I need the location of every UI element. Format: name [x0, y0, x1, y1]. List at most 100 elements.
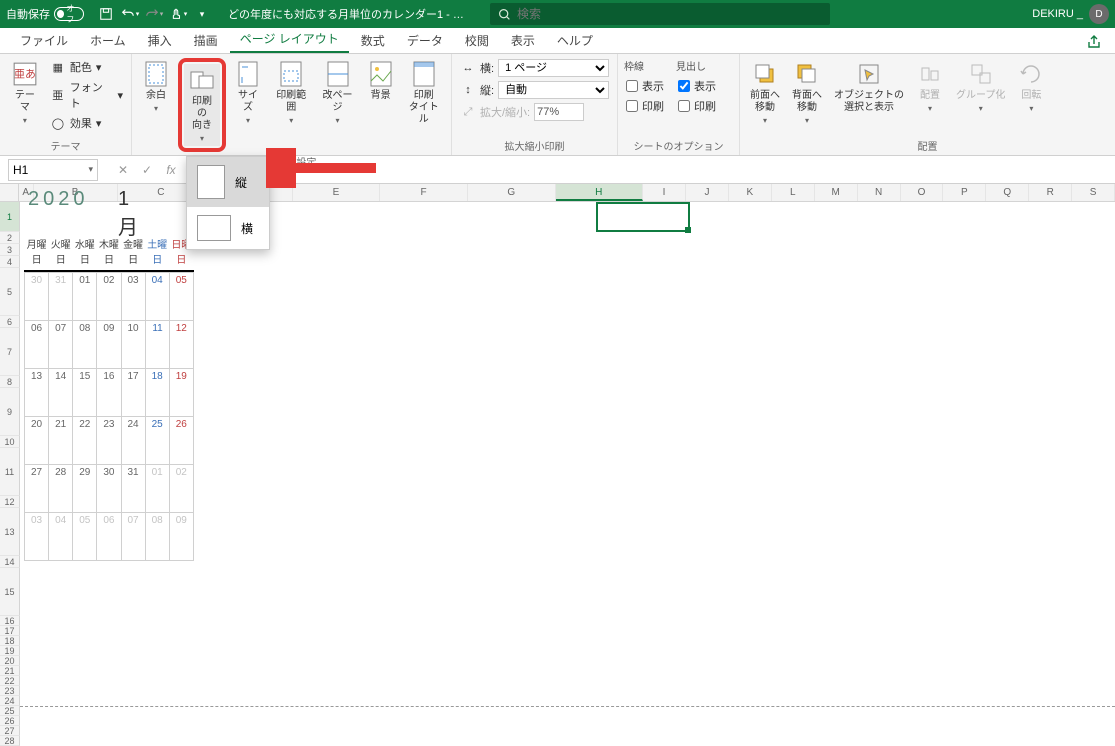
calendar-cell[interactable]: 18	[145, 369, 169, 417]
calendar-cell[interactable]: 20	[25, 417, 49, 465]
column-headers[interactable]: ABCDEFGHIJKLMNOPQRS	[0, 184, 1115, 202]
tab-formulas[interactable]: 数式	[351, 28, 395, 53]
calendar-cell[interactable]: 17	[121, 369, 145, 417]
colors-button[interactable]: ▦配色▾	[48, 58, 125, 76]
margins-button[interactable]: 余白▾	[138, 58, 174, 116]
row-header[interactable]: 27	[0, 726, 20, 736]
scale-percent-input[interactable]	[534, 103, 584, 121]
calendar-cell[interactable]: 07	[49, 321, 73, 369]
calendar-cell[interactable]: 29	[73, 465, 97, 513]
bring-forward-button[interactable]: 前面へ 移動▾	[746, 58, 784, 128]
calendar-cell[interactable]: 26	[169, 417, 193, 465]
row-header[interactable]: 24	[0, 696, 20, 706]
row-header[interactable]: 4	[0, 256, 20, 268]
selection-pane-button[interactable]: オブジェクトの 選択と表示	[830, 58, 908, 116]
row-header[interactable]: 16	[0, 616, 20, 626]
row-header[interactable]: 13	[0, 508, 20, 556]
row-header[interactable]: 19	[0, 646, 20, 656]
size-button[interactable]: サイズ▾	[230, 58, 266, 128]
row-header[interactable]: 6	[0, 316, 20, 328]
column-header[interactable]: J	[686, 184, 729, 201]
column-header[interactable]: K	[729, 184, 772, 201]
row-header[interactable]: 25	[0, 706, 20, 716]
search-input[interactable]	[517, 7, 822, 21]
calendar-cell[interactable]: 31	[121, 465, 145, 513]
row-headers[interactable]: 1234567891011121314151617181920212223242…	[0, 202, 20, 746]
calendar-cell[interactable]: 11	[145, 321, 169, 369]
orientation-landscape-option[interactable]: 横	[187, 207, 269, 249]
calendar-cell[interactable]: 05	[169, 273, 193, 321]
column-header[interactable]: L	[772, 184, 815, 201]
column-header[interactable]: P	[943, 184, 986, 201]
calendar-cell[interactable]: 13	[25, 369, 49, 417]
scale-height-select[interactable]: 自動	[498, 81, 609, 99]
calendar-cell[interactable]: 14	[49, 369, 73, 417]
calendar-cell[interactable]: 06	[25, 321, 49, 369]
name-box[interactable]: H1▾	[8, 159, 98, 181]
send-backward-button[interactable]: 背面へ 移動▾	[788, 58, 826, 128]
rotate-button[interactable]: 回転▾	[1013, 58, 1049, 116]
autosave-toggle[interactable]: 自動保存 オフ	[6, 6, 84, 22]
save-icon[interactable]	[96, 4, 116, 24]
column-header[interactable]: H	[556, 184, 644, 201]
row-header[interactable]: 8	[0, 376, 20, 388]
tab-review[interactable]: 校閲	[455, 28, 499, 53]
calendar-cell[interactable]: 06	[97, 513, 121, 561]
column-header[interactable]: R	[1029, 184, 1072, 201]
orientation-portrait-option[interactable]: 縦	[187, 157, 269, 207]
breaks-button[interactable]: 改ページ▾	[316, 58, 358, 128]
row-header[interactable]: 10	[0, 436, 20, 448]
calendar-cell[interactable]: 05	[73, 513, 97, 561]
fx-icon[interactable]: fx	[160, 159, 182, 181]
scale-width-select[interactable]: 1 ページ	[498, 59, 609, 77]
column-header[interactable]: G	[468, 184, 556, 201]
column-header[interactable]: E	[293, 184, 381, 201]
undo-icon[interactable]: ▾	[120, 4, 140, 24]
row-header[interactable]: 1	[0, 202, 20, 232]
headings-view-check[interactable]: 表示	[676, 77, 718, 95]
calendar-cell[interactable]: 21	[49, 417, 73, 465]
row-header[interactable]: 20	[0, 656, 20, 666]
select-all-corner[interactable]	[0, 184, 19, 201]
group-button[interactable]: グループ化▾	[952, 58, 1009, 116]
align-button[interactable]: 配置▾	[912, 58, 948, 116]
calendar-cell[interactable]: 15	[73, 369, 97, 417]
tab-draw[interactable]: 描画	[184, 28, 228, 53]
calendar-cell[interactable]: 30	[25, 273, 49, 321]
calendar-cell[interactable]: 09	[169, 513, 193, 561]
row-header[interactable]: 9	[0, 388, 20, 436]
calendar-cell[interactable]: 31	[49, 273, 73, 321]
tab-view[interactable]: 表示	[501, 28, 545, 53]
effects-button[interactable]: ◯効果▾	[48, 114, 125, 132]
column-header[interactable]: N	[858, 184, 901, 201]
row-header[interactable]: 5	[0, 268, 20, 316]
column-header[interactable]: O	[901, 184, 944, 201]
column-header[interactable]: F	[380, 184, 468, 201]
row-header[interactable]: 21	[0, 666, 20, 676]
printtitles-button[interactable]: 印刷 タイトル	[403, 58, 445, 128]
fonts-button[interactable]: 亜フォント▾	[48, 78, 125, 112]
row-header[interactable]: 26	[0, 716, 20, 726]
calendar-cell[interactable]: 25	[145, 417, 169, 465]
row-header[interactable]: 12	[0, 496, 20, 508]
headings-print-check[interactable]: 印刷	[676, 97, 718, 115]
calendar-cell[interactable]: 03	[25, 513, 49, 561]
calendar-cell[interactable]: 08	[73, 321, 97, 369]
row-header[interactable]: 28	[0, 736, 20, 746]
calendar-cell[interactable]: 07	[121, 513, 145, 561]
gridlines-view-check[interactable]: 表示	[624, 77, 666, 95]
row-header[interactable]: 7	[0, 328, 20, 376]
calendar-cell[interactable]: 24	[121, 417, 145, 465]
gridlines-print-check[interactable]: 印刷	[624, 97, 666, 115]
column-header[interactable]: I	[643, 184, 686, 201]
calendar-cell[interactable]: 16	[97, 369, 121, 417]
row-header[interactable]: 17	[0, 626, 20, 636]
column-header[interactable]: M	[815, 184, 858, 201]
calendar-cell[interactable]: 02	[97, 273, 121, 321]
row-header[interactable]: 23	[0, 686, 20, 696]
calendar-cell[interactable]: 01	[73, 273, 97, 321]
calendar-cell[interactable]: 01	[145, 465, 169, 513]
calendar-cell[interactable]: 08	[145, 513, 169, 561]
calendar-cell[interactable]: 09	[97, 321, 121, 369]
row-header[interactable]: 3	[0, 244, 20, 256]
